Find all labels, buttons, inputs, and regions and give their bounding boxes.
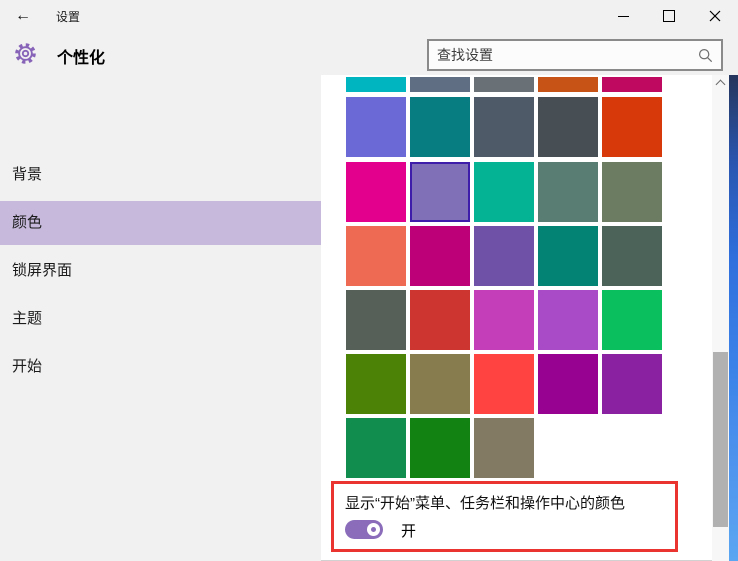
color-tile[interactable] (346, 97, 406, 157)
toggle-knob (367, 523, 380, 536)
color-tile[interactable] (602, 290, 662, 350)
scrollbar-thumb[interactable] (713, 352, 728, 527)
color-tile[interactable] (346, 354, 406, 414)
toggle-state-label: 开 (401, 520, 416, 541)
color-grid (346, 77, 666, 479)
color-tile[interactable] (346, 226, 406, 286)
color-tile[interactable] (474, 77, 534, 92)
minimize-icon (618, 16, 629, 17)
scrollbar-track[interactable] (712, 75, 729, 561)
search-icon[interactable] (698, 48, 713, 63)
minimize-button[interactable] (600, 0, 646, 32)
sidebar-item-4[interactable]: 开始 (0, 345, 321, 389)
color-tile[interactable] (474, 162, 534, 222)
color-tile[interactable] (410, 418, 470, 478)
maximize-icon (663, 10, 675, 22)
color-tile[interactable] (474, 290, 534, 350)
color-tile[interactable] (538, 354, 598, 414)
maximize-button[interactable] (646, 0, 692, 32)
close-button[interactable] (692, 0, 738, 32)
gear-icon (13, 41, 38, 66)
color-tile[interactable] (410, 97, 470, 157)
back-button[interactable]: ← (0, 0, 46, 32)
sidebar-item-0[interactable]: 背景 (0, 153, 321, 197)
desktop-background-strip (729, 75, 738, 561)
close-icon (709, 10, 721, 22)
color-tile[interactable] (346, 77, 406, 92)
color-tile[interactable] (602, 162, 662, 222)
color-tile[interactable] (410, 226, 470, 286)
color-tile[interactable] (410, 77, 470, 92)
scroll-up-icon[interactable] (716, 80, 726, 90)
color-tile[interactable] (538, 97, 598, 157)
color-tile[interactable] (346, 162, 406, 222)
sidebar-item-2[interactable]: 锁屏界面 (0, 249, 321, 293)
color-tile[interactable] (346, 418, 406, 478)
color-tile[interactable] (602, 77, 662, 92)
color-tile[interactable] (474, 418, 534, 478)
sidebar-item-1[interactable]: 颜色 (0, 201, 321, 245)
color-tile[interactable] (346, 290, 406, 350)
toggle-knob-dot (371, 527, 376, 532)
search-box[interactable] (427, 39, 723, 71)
color-tile[interactable] (410, 354, 470, 414)
color-tile[interactable] (602, 354, 662, 414)
back-arrow-icon: ← (15, 7, 31, 25)
show-color-toggle[interactable] (345, 520, 383, 539)
sidebar-item-3[interactable]: 主题 (0, 297, 321, 341)
color-tile[interactable] (538, 290, 598, 350)
page-header: 个性化 (0, 32, 738, 75)
search-input[interactable] (429, 47, 698, 63)
window-title: 设置 (56, 8, 80, 25)
color-tile[interactable] (410, 290, 470, 350)
toggle-section-label: 显示“开始”菜单、任务栏和操作中心的颜色 (345, 492, 625, 513)
color-tile[interactable] (602, 226, 662, 286)
page-title: 个性化 (57, 44, 105, 68)
color-tile[interactable] (602, 97, 662, 157)
color-tile[interactable] (474, 97, 534, 157)
color-tile[interactable] (538, 162, 598, 222)
title-bar: ← 设置 (0, 0, 738, 32)
settings-window: ← 设置 个性化 背 (0, 0, 738, 561)
color-tile-selected[interactable] (410, 162, 470, 222)
color-tile[interactable] (538, 226, 598, 286)
highlight-annotation-box: 显示“开始”菜单、任务栏和操作中心的颜色 开 (331, 481, 678, 552)
color-tile[interactable] (538, 77, 598, 92)
window-controls (600, 0, 738, 32)
color-tile[interactable] (474, 354, 534, 414)
color-tile[interactable] (474, 226, 534, 286)
sidebar-nav: 背景颜色锁屏界面主题开始 (0, 75, 321, 561)
